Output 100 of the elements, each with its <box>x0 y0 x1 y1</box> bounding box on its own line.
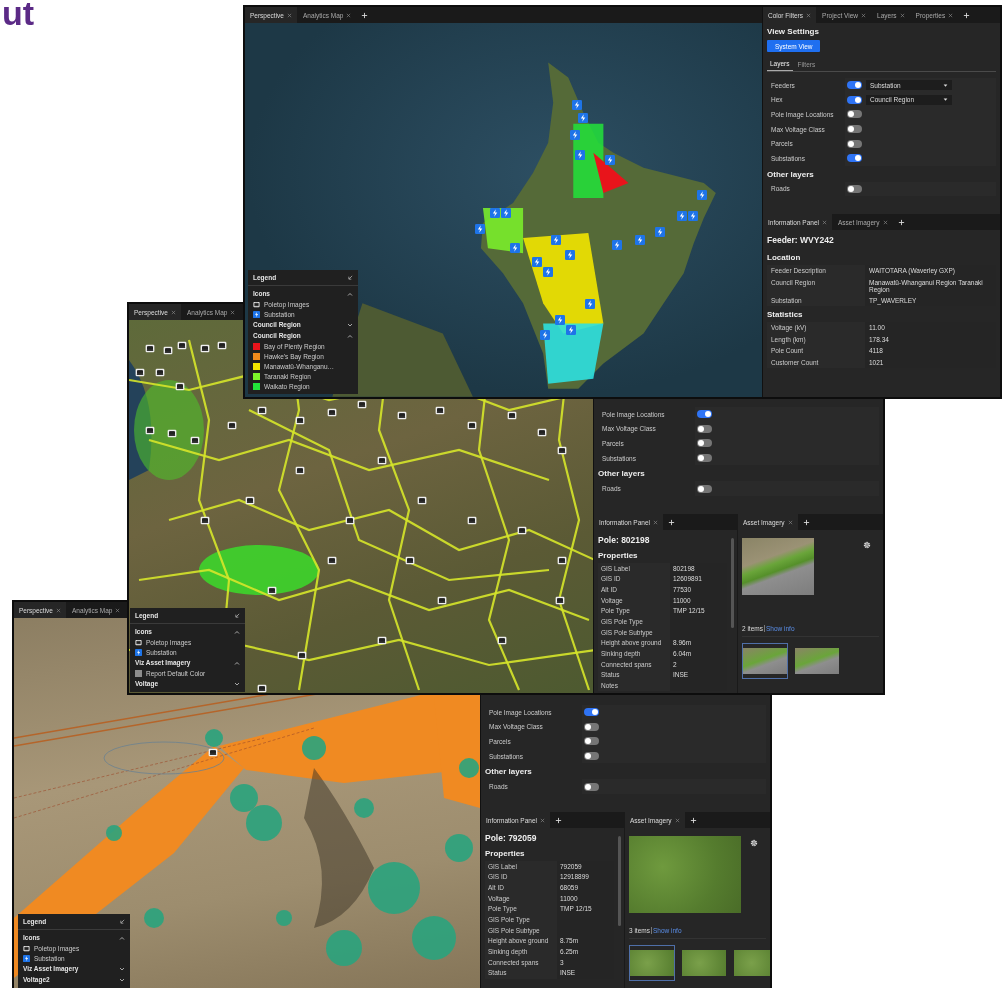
substation-icon <box>677 211 687 221</box>
poletop-icon <box>227 421 237 430</box>
close-icon[interactable] <box>346 12 352 18</box>
section-heading: Properties <box>598 551 639 560</box>
substation-icon <box>578 113 588 123</box>
add-tab-icon[interactable] <box>361 11 369 19</box>
settings-icon[interactable] <box>863 541 871 549</box>
toggle-switch[interactable] <box>584 722 599 731</box>
substation-icon <box>565 250 575 260</box>
scrollbar[interactable] <box>618 836 621 926</box>
chevron-icon[interactable] <box>234 681 240 686</box>
chevron-icon[interactable] <box>347 322 353 327</box>
toggle-switch[interactable] <box>584 752 599 761</box>
poletop-icon <box>397 411 407 420</box>
close-icon[interactable] <box>882 219 888 225</box>
image-thumbnail[interactable] <box>629 945 675 981</box>
close-icon[interactable] <box>170 309 176 315</box>
close-icon[interactable] <box>115 607 121 613</box>
toggle-switch[interactable] <box>697 424 712 433</box>
poletop-icon <box>537 428 547 437</box>
section-heading: Location <box>767 253 802 262</box>
settings-icon[interactable] <box>750 839 758 847</box>
section-heading: Statistics <box>767 310 804 319</box>
poletop-icon <box>177 341 187 350</box>
close-icon[interactable] <box>899 12 905 18</box>
close-icon[interactable] <box>230 309 236 315</box>
toggle-switch[interactable] <box>847 184 862 193</box>
close-icon[interactable] <box>286 12 292 18</box>
substation-icon <box>475 224 485 234</box>
poletop-icon <box>145 426 155 435</box>
section-heading: Other layers <box>767 168 815 181</box>
toggle-switch[interactable] <box>584 708 599 717</box>
toggle-switch[interactable] <box>847 154 862 163</box>
substation-icon <box>490 208 500 218</box>
substation-icon <box>555 315 565 325</box>
collapse-icon[interactable] <box>235 613 240 618</box>
poletop-icon <box>135 638 142 646</box>
toggle-switch[interactable] <box>697 410 712 419</box>
close-icon[interactable] <box>55 607 61 613</box>
poletop-icon <box>557 556 567 565</box>
add-tab-icon[interactable] <box>963 11 971 19</box>
poletop-icon <box>435 406 445 415</box>
substation-icon <box>510 243 520 253</box>
poletop-icon <box>253 300 260 308</box>
poletop-icon <box>345 516 355 525</box>
toggle-switch[interactable] <box>697 454 712 463</box>
add-tab-icon[interactable] <box>802 518 810 526</box>
poletop-icon <box>167 429 177 438</box>
chevron-icon[interactable] <box>119 977 125 982</box>
section-heading: Other layers <box>598 468 646 481</box>
substation-icon <box>575 150 585 160</box>
toggle-switch[interactable] <box>584 782 599 791</box>
collapse-icon[interactable] <box>348 275 353 280</box>
poletop-icon <box>377 636 387 645</box>
substation-icon <box>688 211 698 221</box>
poletop-icon <box>557 446 567 455</box>
toggle-switch[interactable] <box>847 125 862 134</box>
close-icon[interactable] <box>861 12 867 18</box>
toggle-switch[interactable] <box>847 139 862 148</box>
close-icon[interactable] <box>674 817 680 823</box>
add-tab-icon[interactable] <box>554 816 562 824</box>
toggle-switch[interactable] <box>847 110 862 119</box>
section-heading: Other layers <box>485 766 533 779</box>
close-icon[interactable] <box>539 817 545 823</box>
poletop-icon <box>245 496 255 505</box>
toggle-switch[interactable] <box>697 484 712 493</box>
substation-icon <box>543 267 553 277</box>
poletop-icon <box>327 556 337 565</box>
add-tab-icon[interactable] <box>897 218 905 226</box>
close-icon[interactable] <box>787 519 793 525</box>
poletop-icon <box>507 411 517 420</box>
substation-icon <box>697 190 707 200</box>
collapse-icon[interactable] <box>120 919 125 924</box>
add-tab-icon[interactable] <box>667 518 675 526</box>
substation-icon <box>253 310 260 318</box>
close-icon[interactable] <box>821 219 827 225</box>
toggle-switch[interactable] <box>847 95 862 104</box>
section-heading: Properties <box>485 849 526 858</box>
poletop-icon <box>145 344 155 353</box>
scrollbar[interactable] <box>731 538 734 628</box>
caret-icon <box>943 83 948 87</box>
close-icon[interactable] <box>948 12 954 18</box>
poletop-icon <box>517 526 527 535</box>
caret-icon <box>943 98 948 102</box>
poletop-icon <box>208 748 218 757</box>
poletop-icon <box>295 416 305 425</box>
substation-icon <box>570 130 580 140</box>
poletop-icon <box>135 368 145 377</box>
toggle-switch[interactable] <box>847 81 862 90</box>
info-title: Feeder: WVY242 <box>767 235 835 245</box>
image-thumbnail[interactable] <box>742 643 788 679</box>
close-icon[interactable] <box>806 12 812 18</box>
poletop-icon <box>357 400 367 409</box>
add-tab-icon[interactable] <box>689 816 697 824</box>
toggle-switch[interactable] <box>584 737 599 746</box>
chevron-icon[interactable] <box>119 966 125 971</box>
close-icon[interactable] <box>652 519 658 525</box>
substation-icon <box>635 235 645 245</box>
toggle-switch[interactable] <box>697 439 712 448</box>
poletop-icon <box>155 368 165 377</box>
